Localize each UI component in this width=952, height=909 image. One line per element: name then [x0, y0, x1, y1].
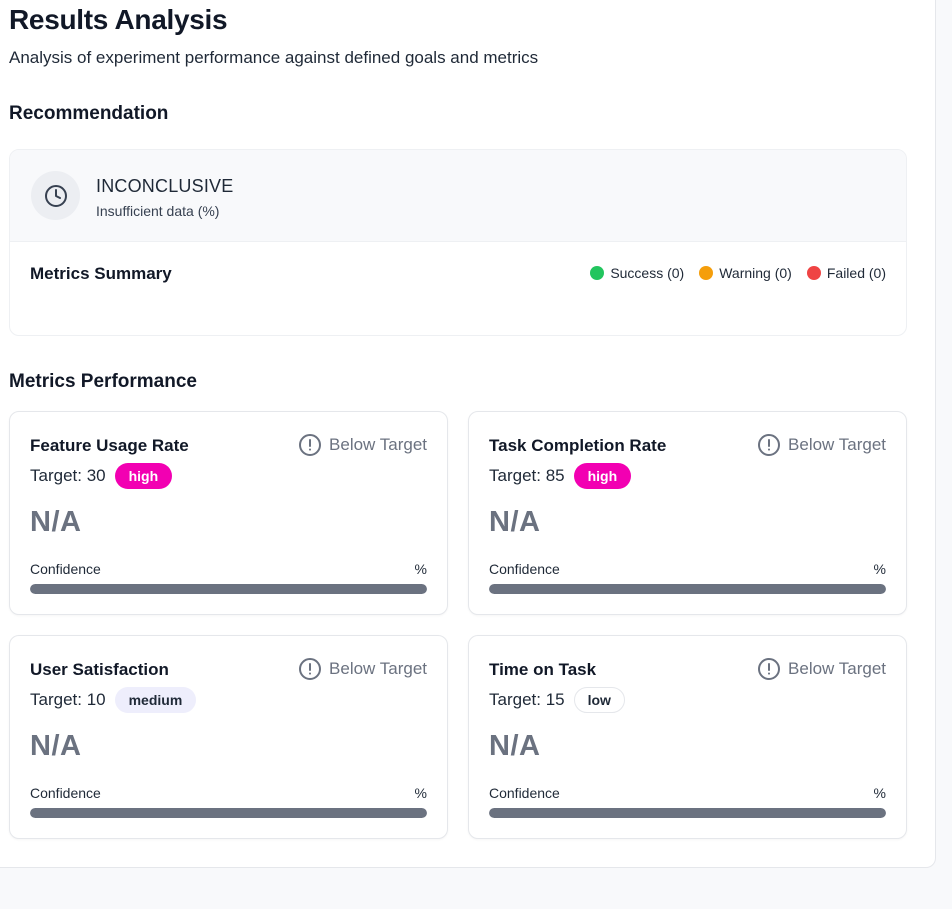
alert-circle-icon	[758, 658, 781, 680]
page-title: Results Analysis	[9, 4, 228, 35]
confidence-bar-fill	[30, 584, 427, 594]
legend-success-label: Success (0)	[610, 265, 685, 281]
confidence-unit: %	[414, 785, 427, 801]
metric-status-label: Below Target	[329, 659, 427, 678]
metric-target: Target: 10 medium	[30, 687, 197, 713]
priority-badge: high	[573, 463, 632, 489]
metric-value: N/A	[489, 730, 541, 762]
alert-circle-icon	[299, 434, 322, 456]
confidence-bar	[30, 808, 427, 818]
recommendation-heading: Recommendation	[9, 103, 169, 124]
metric-target-text: Target: 85	[489, 466, 565, 485]
legend-success: Success (0)	[590, 265, 684, 281]
metric-card-feature-usage-rate: Feature Usage Rate Below Target Target: …	[9, 411, 448, 615]
clock-icon	[31, 171, 80, 220]
metrics-summary-legend: Success (0) Warning (0) Failed (0)	[575, 265, 886, 281]
metric-value: N/A	[489, 506, 541, 538]
metric-value: N/A	[30, 506, 82, 538]
metrics-performance-heading: Metrics Performance	[9, 371, 197, 392]
confidence-unit: %	[873, 561, 886, 577]
legend-failed: Failed (0)	[806, 265, 886, 281]
metric-status: Below Target	[298, 433, 427, 457]
warning-dot-icon	[699, 266, 714, 280]
confidence-unit: %	[414, 561, 427, 577]
metric-name: Time on Task	[489, 660, 597, 679]
confidence-label: Confidence	[489, 561, 560, 577]
recommendation-reason: Insufficient data (%)	[96, 203, 220, 219]
priority-badge: low	[573, 687, 625, 713]
recommendation-header: INCONCLUSIVE Insufficient data (%)	[10, 150, 906, 242]
priority-badge: high	[114, 463, 173, 489]
recommendation-card: INCONCLUSIVE Insufficient data (%) Metri…	[9, 149, 907, 336]
confidence-bar-fill	[30, 808, 427, 818]
confidence-bar	[30, 584, 427, 594]
legend-warning: Warning (0)	[699, 265, 792, 281]
confidence-label: Confidence	[30, 785, 101, 801]
legend-failed-label: Failed (0)	[826, 265, 886, 281]
metric-target: Target: 15 low	[489, 687, 625, 713]
confidence-bar	[489, 808, 886, 818]
metric-status: Below Target	[757, 433, 886, 457]
metric-name: Task Completion Rate	[489, 436, 667, 455]
metric-value: N/A	[30, 730, 82, 762]
page-subtitle: Analysis of experiment performance again…	[9, 48, 539, 67]
metric-card-user-satisfaction: User Satisfaction Below Target Target: 1…	[9, 635, 448, 839]
metric-status: Below Target	[757, 657, 886, 681]
metric-target-text: Target: 30	[30, 466, 106, 485]
metric-card-task-completion-rate: Task Completion Rate Below Target Target…	[468, 411, 907, 615]
confidence-bar	[489, 584, 886, 594]
metric-target-text: Target: 15	[489, 690, 565, 709]
confidence-unit: %	[873, 785, 886, 801]
metric-card-time-on-task: Time on Task Below Target Target: 15 low…	[468, 635, 907, 839]
priority-badge: medium	[114, 687, 197, 713]
confidence-label: Confidence	[489, 785, 560, 801]
metric-status: Below Target	[298, 657, 427, 681]
results-panel: Results Analysis Analysis of experiment …	[0, 0, 936, 868]
confidence-bar-fill	[489, 584, 886, 594]
alert-circle-icon	[758, 434, 781, 456]
metric-status-label: Below Target	[788, 435, 886, 454]
confidence-bar-fill	[489, 808, 886, 818]
metric-target-text: Target: 10	[30, 690, 106, 709]
success-dot-icon	[590, 266, 605, 280]
recommendation-status: INCONCLUSIVE	[96, 176, 234, 196]
metric-status-label: Below Target	[788, 659, 886, 678]
metrics-summary-title: Metrics Summary	[30, 264, 172, 283]
metric-name: Feature Usage Rate	[30, 436, 189, 455]
failed-dot-icon	[806, 266, 821, 280]
confidence-label: Confidence	[30, 561, 101, 577]
metric-name: User Satisfaction	[30, 660, 169, 679]
alert-circle-icon	[299, 658, 322, 680]
metric-status-label: Below Target	[329, 435, 427, 454]
metric-target: Target: 30 high	[30, 463, 173, 489]
metric-target: Target: 85 high	[489, 463, 632, 489]
legend-warning-label: Warning (0)	[719, 265, 792, 281]
